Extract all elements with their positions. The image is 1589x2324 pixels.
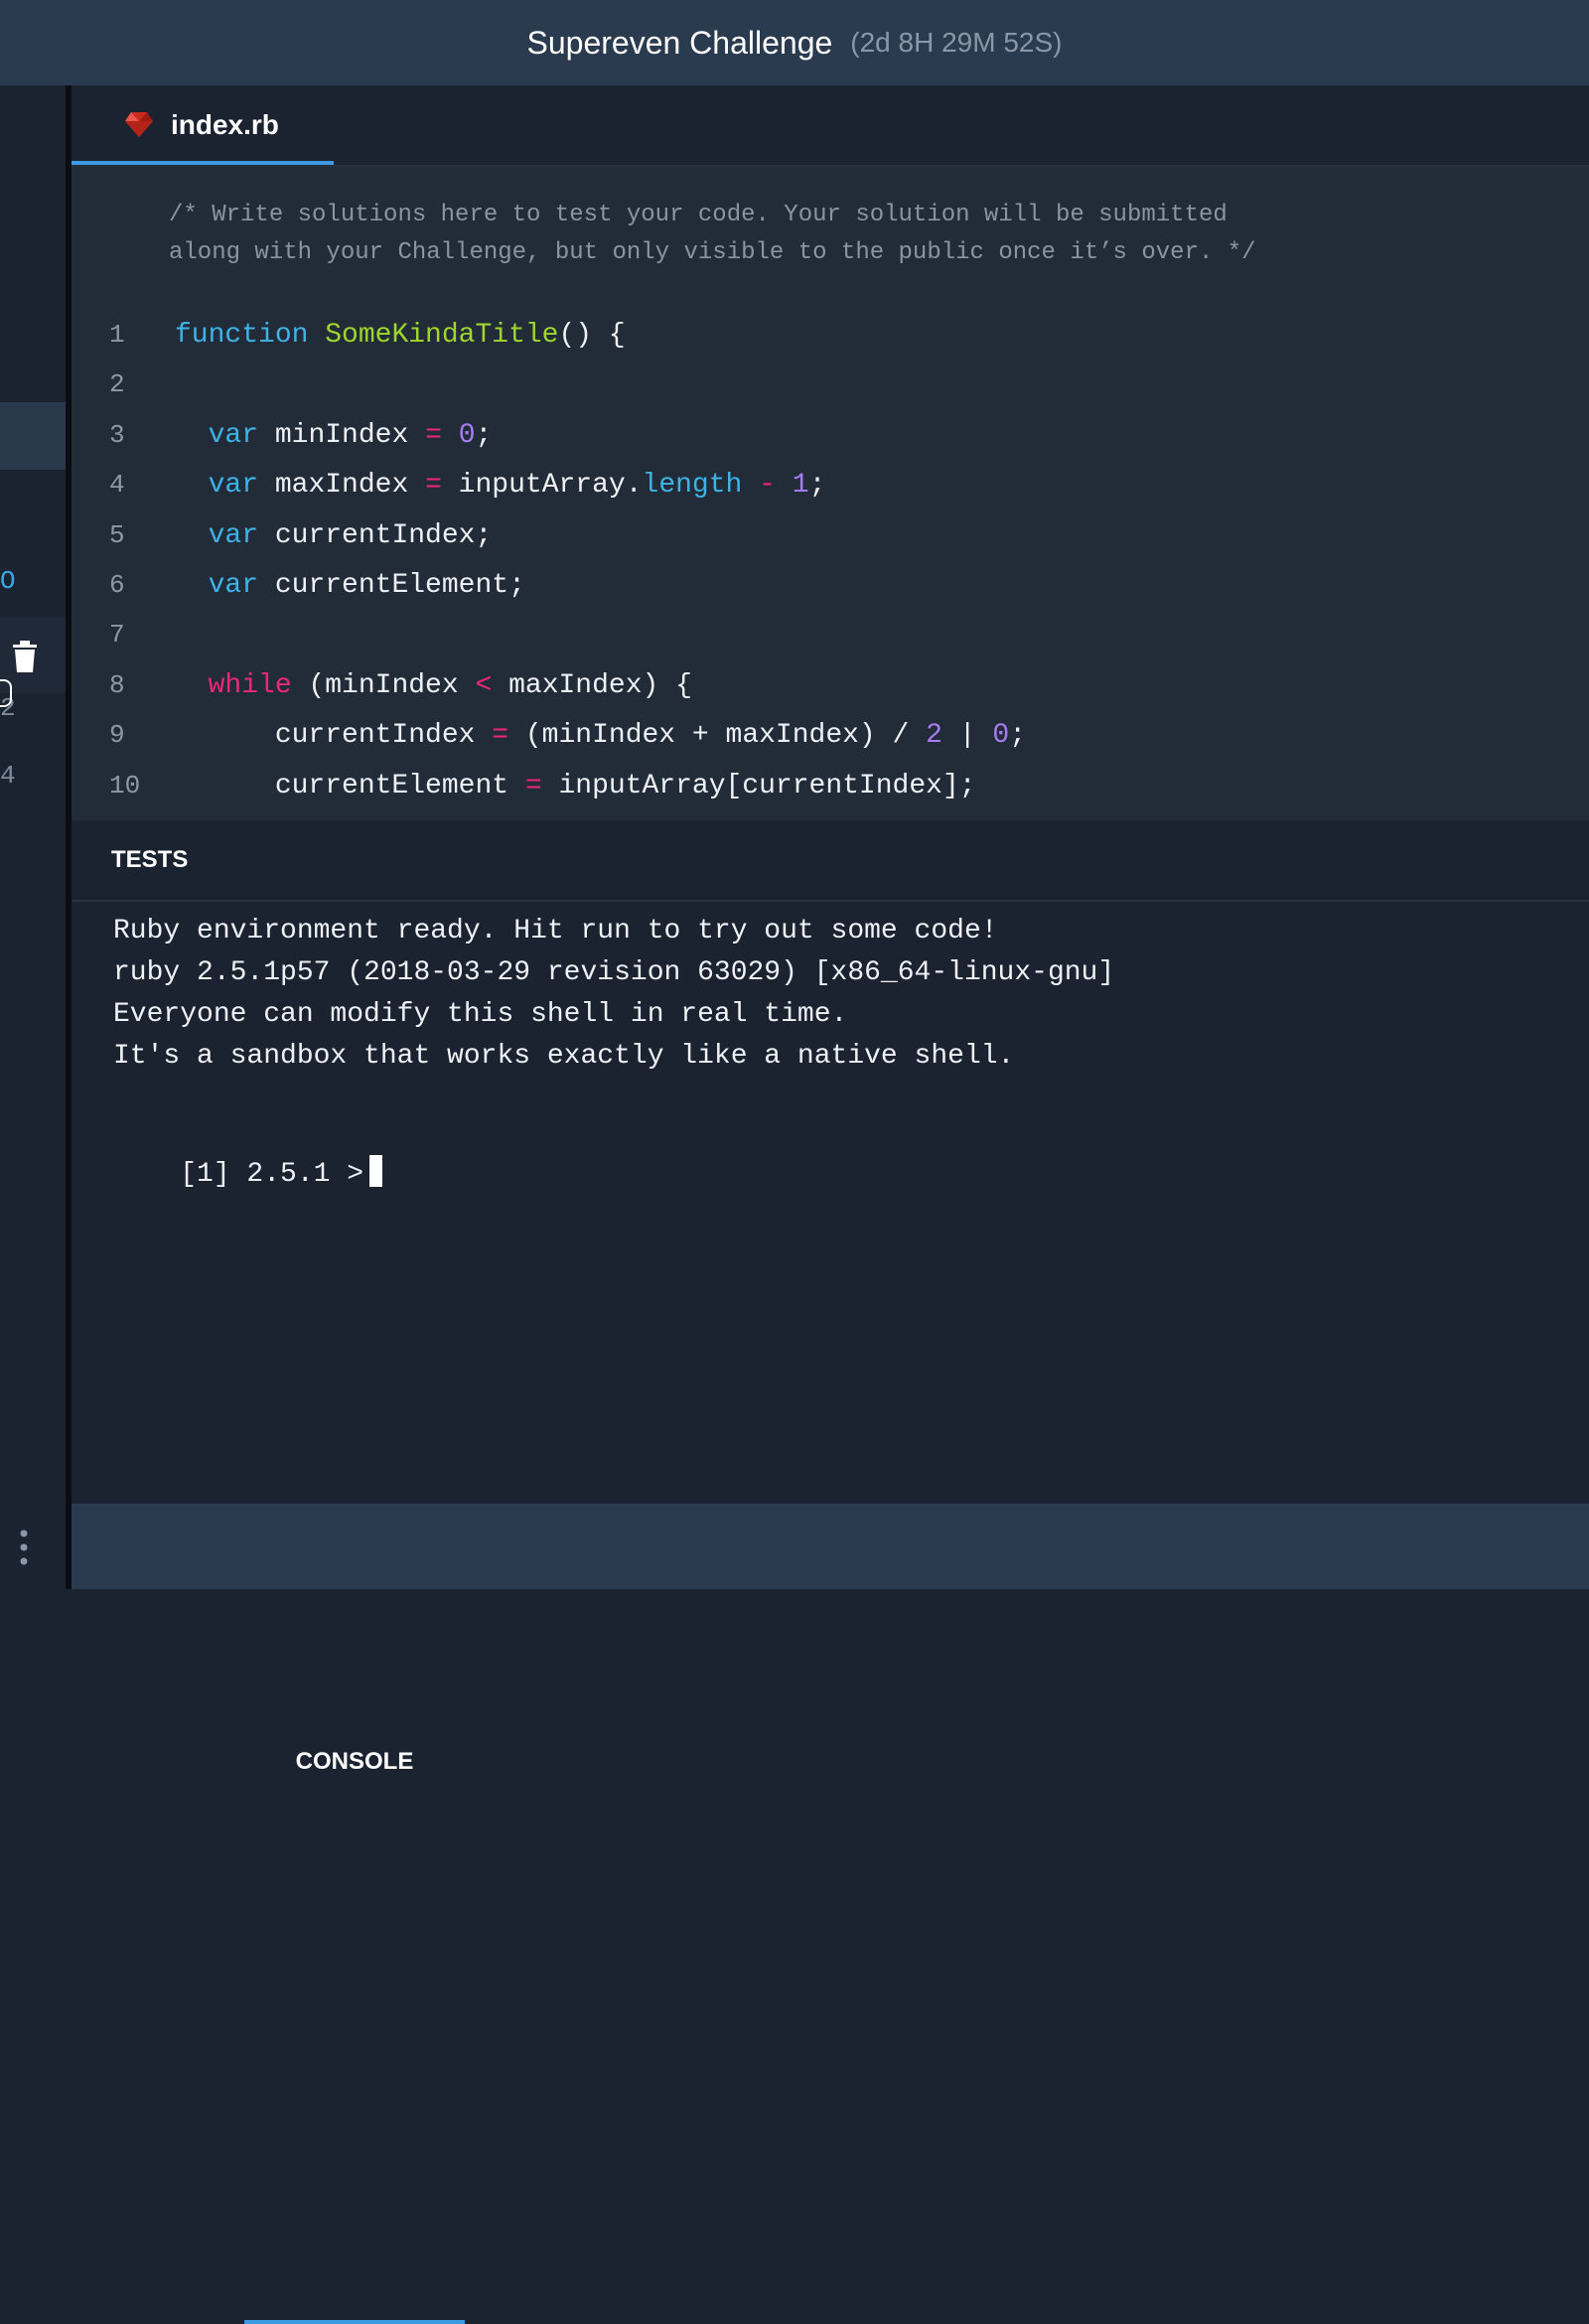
sidebar-selected-item[interactable] (0, 402, 66, 470)
console-output[interactable]: Ruby environment ready. Hit run to try o… (72, 902, 1589, 1504)
challenge-title: Supereven Challenge (526, 24, 833, 61)
code-line[interactable]: 5 var currentIndex; (72, 510, 1589, 561)
line-number: 8 (109, 669, 125, 700)
panel-tab-bar: TESTS CONSOLE (72, 820, 1589, 2324)
code-token: (minIndex + maxIndex) / (508, 720, 927, 752)
line-number: 10 (109, 770, 141, 800)
code-token: var (208, 470, 259, 502)
console-prompt[interactable]: [1] 2.5.1 > (113, 1124, 383, 1221)
code-token: < (475, 669, 493, 701)
code-token: - (759, 470, 776, 502)
line-code: currentIndex = (minIndex + maxIndex) / 2… (175, 710, 1026, 761)
code-token: 0 (992, 720, 1010, 752)
code-token: ; (475, 419, 493, 451)
editor-tab-bar: index.rb (72, 85, 1589, 167)
tab-tests[interactable]: TESTS (111, 820, 230, 900)
line-number: 9 (109, 720, 125, 751)
code-token: var (208, 419, 259, 451)
code-token: inputArray. (441, 470, 643, 502)
code-token: ; (808, 470, 826, 502)
code-line[interactable]: 2 (72, 360, 1589, 410)
code-token: = (425, 470, 442, 502)
line-code: currentElement = inputArray[currentIndex… (175, 761, 976, 811)
line-code: var minIndex = 0; (175, 410, 493, 461)
code-token: while (208, 669, 292, 701)
code-token: (minIndex (291, 669, 476, 701)
line-number: 2 (109, 369, 125, 400)
sidebar-fragment: 4 (0, 761, 16, 791)
code-token: ; (1009, 720, 1027, 752)
line-number: 4 (109, 470, 125, 501)
countdown-timer: (2d 8H 29M 52S) (850, 27, 1063, 58)
code-editor[interactable]: /* Write solutions here to test your cod… (72, 167, 1589, 820)
code-line[interactable]: 3 var minIndex = 0; (72, 410, 1589, 461)
console-line: Everyone can modify this shell in real t… (113, 999, 848, 1030)
editor-comment: /* Write solutions here to test your cod… (169, 202, 1256, 266)
code-token: = (524, 770, 542, 801)
code-token: length (642, 470, 743, 502)
console-line: ruby 2.5.1p57 (2018-03-29 revision 63029… (113, 957, 1115, 988)
code-line[interactable]: 6 var currentElement; (72, 560, 1589, 611)
console-line: Ruby environment ready. Hit run to try o… (113, 916, 998, 946)
mouse-pointer (0, 679, 12, 707)
code-token: currentIndex (175, 720, 493, 752)
line-number: 3 (109, 419, 125, 450)
code-token: = (492, 720, 509, 752)
line-code: function SomeKindaTitle() { (175, 310, 626, 361)
code-token: maxIndex) { (492, 669, 692, 701)
code-token: var (208, 570, 259, 601)
prompt-text: [1] 2.5.1 > (180, 1159, 364, 1190)
line-code: var currentElement; (175, 560, 525, 611)
line-number: 7 (109, 620, 125, 651)
footer-bar (72, 1504, 1589, 1589)
trash-icon[interactable] (12, 641, 38, 672)
code-line[interactable]: 10 currentElement = inputArray[currentIn… (72, 761, 1589, 811)
code-token: currentIndex; (258, 519, 493, 551)
code-line[interactable]: 4 var maxIndex = inputArray.length - 1; (72, 460, 1589, 510)
code-token: 0 (458, 419, 476, 451)
code-line[interactable]: 9 currentIndex = (minIndex + maxIndex) /… (72, 710, 1589, 761)
sidebar-fragment: O (0, 566, 16, 596)
line-code: var maxIndex = inputArray.length - 1; (175, 460, 826, 510)
file-tab-label: index.rb (171, 109, 279, 140)
code-line[interactable]: 1 function SomeKindaTitle() { (72, 310, 1589, 361)
line-number: 1 (109, 320, 125, 350)
ruby-icon (125, 112, 153, 137)
code-line[interactable]: 8 while (minIndex < maxIndex) { (72, 660, 1589, 711)
console-line: It's a sandbox that works exactly like a… (113, 1041, 1015, 1072)
code-token: SomeKindaTitle (325, 320, 559, 351)
line-code: var currentIndex; (175, 510, 493, 561)
text-cursor (369, 1155, 383, 1187)
code-token: 1 (792, 470, 809, 502)
line-code: while (minIndex < maxIndex) { (175, 660, 692, 711)
code-token: minIndex (258, 419, 426, 451)
code-token: currentElement; (258, 570, 525, 601)
tab-console[interactable]: CONSOLE (244, 1722, 465, 2324)
code-token: 2 (926, 720, 942, 752)
code-token: inputArray[currentIndex]; (541, 770, 976, 801)
code-token: () { (558, 320, 626, 351)
line-number: 6 (109, 570, 125, 600)
file-tab-index-rb[interactable]: index.rb (72, 85, 334, 165)
code-token: maxIndex (258, 470, 426, 502)
more-vertical-icon[interactable] (20, 1529, 28, 1565)
code-token: = (425, 419, 442, 451)
left-sidebar (0, 85, 66, 1589)
code-token: function (175, 320, 309, 351)
line-number: 5 (109, 519, 125, 550)
code-line[interactable]: 7 (72, 610, 1589, 660)
code-token: | (941, 720, 993, 752)
code-token: var (208, 519, 259, 551)
title-bar: Supereven Challenge (2d 8H 29M 52S) (0, 0, 1589, 85)
code-token: currentElement (175, 770, 525, 801)
